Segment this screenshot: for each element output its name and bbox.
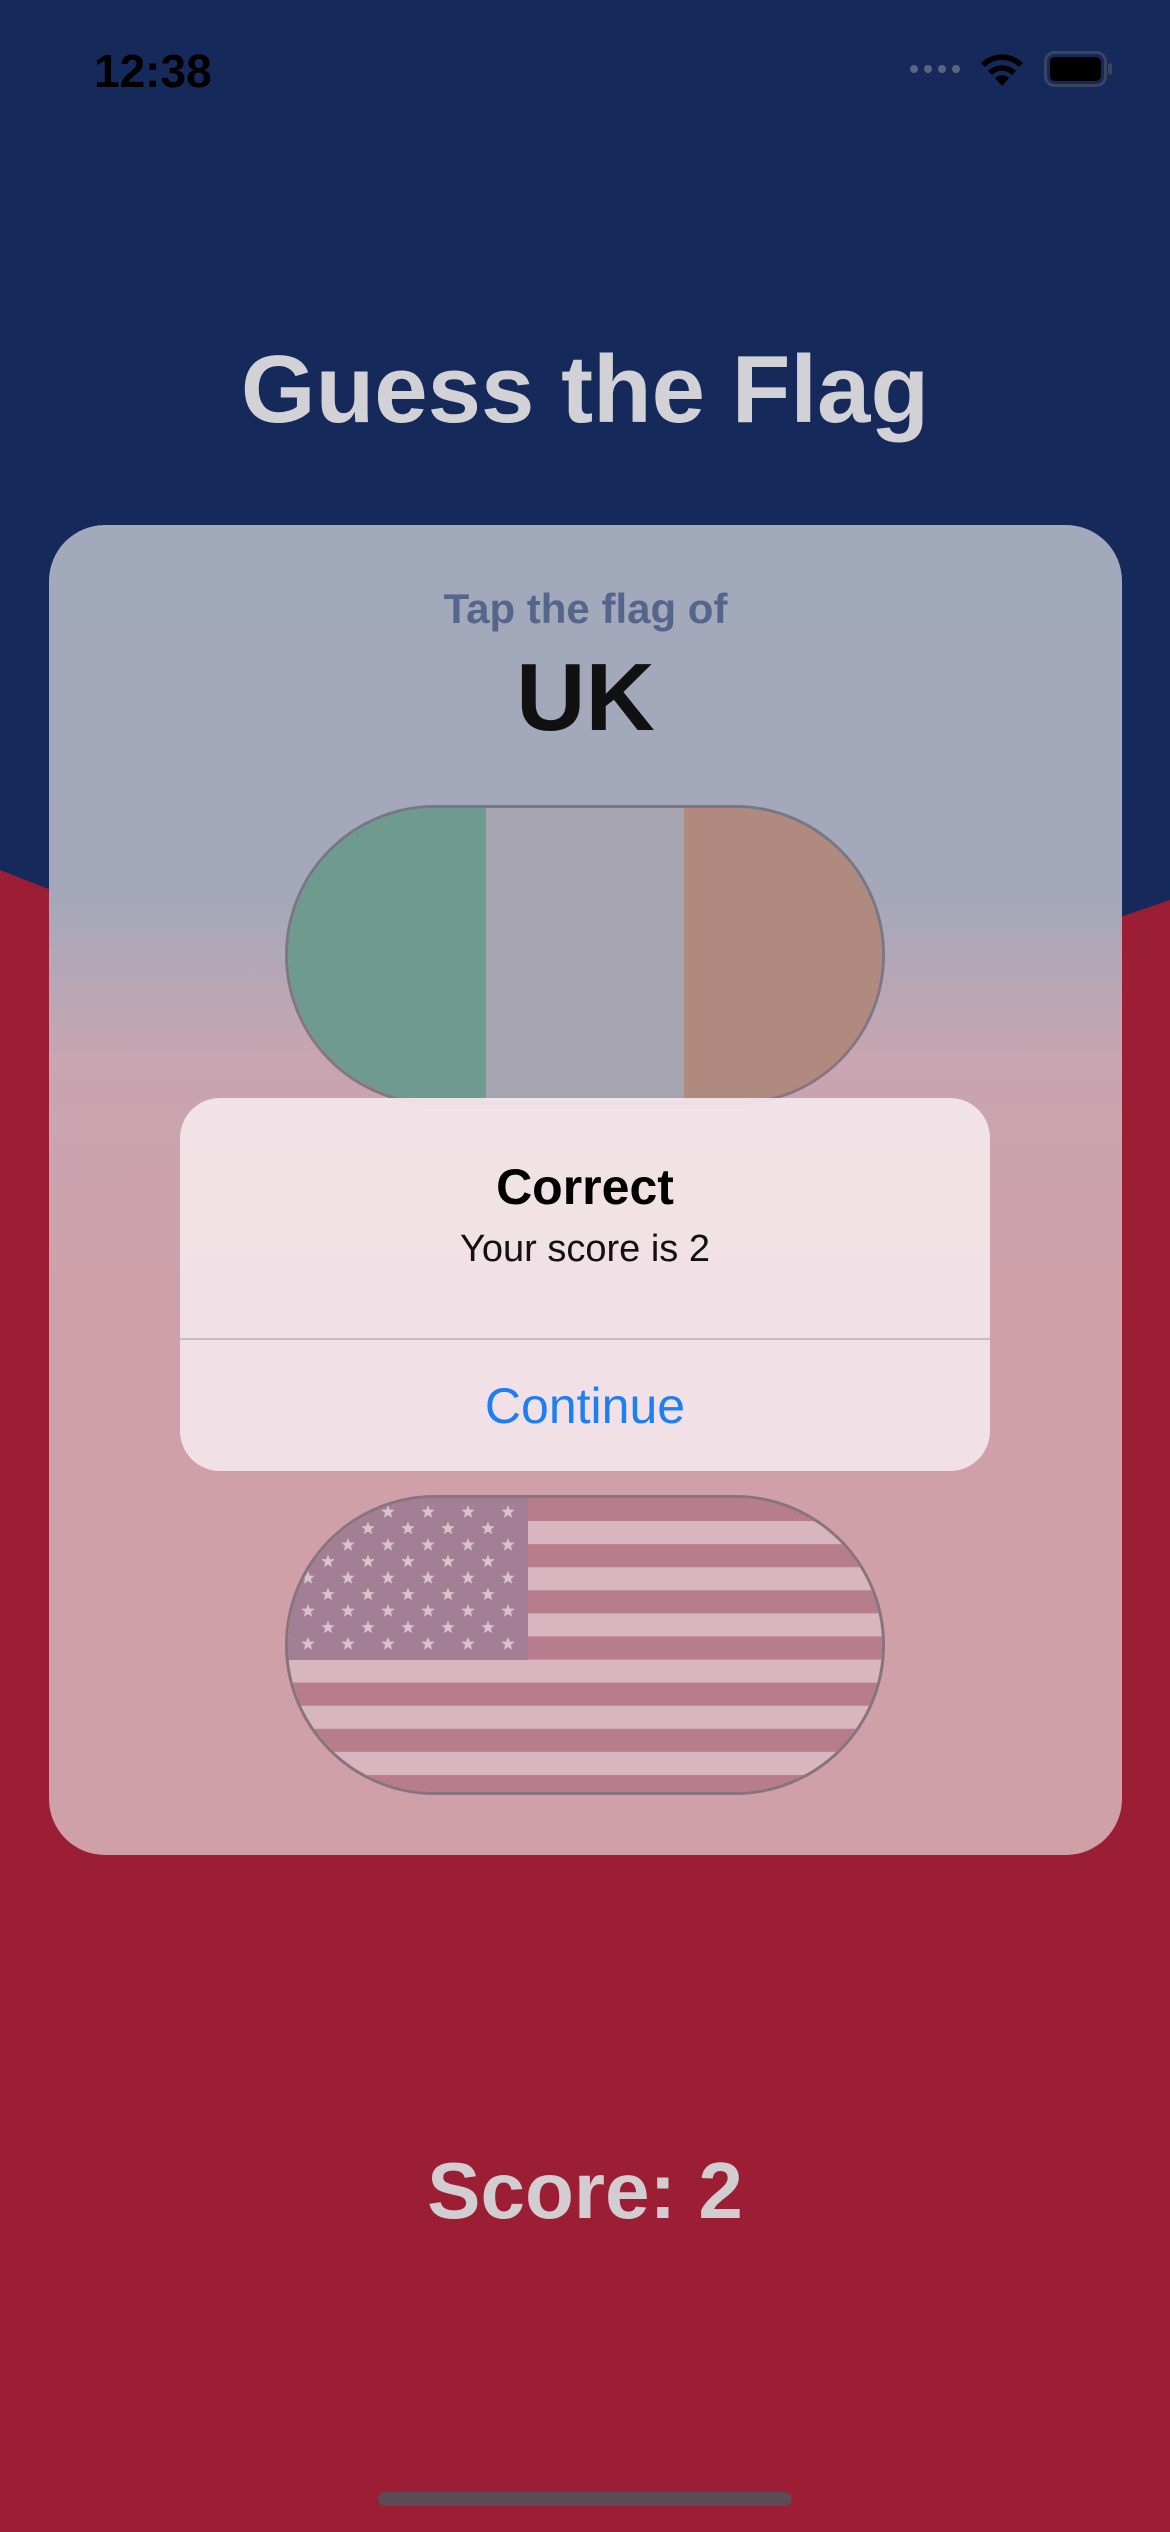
alert-dialog: Correct Your score is 2 Continue xyxy=(180,1098,990,1471)
alert-overlay: Correct Your score is 2 Continue xyxy=(0,0,1170,2532)
continue-button[interactable]: Continue xyxy=(180,1340,990,1471)
alert-message: Your score is 2 xyxy=(460,1228,710,1270)
alert-title: Correct xyxy=(496,1159,674,1215)
